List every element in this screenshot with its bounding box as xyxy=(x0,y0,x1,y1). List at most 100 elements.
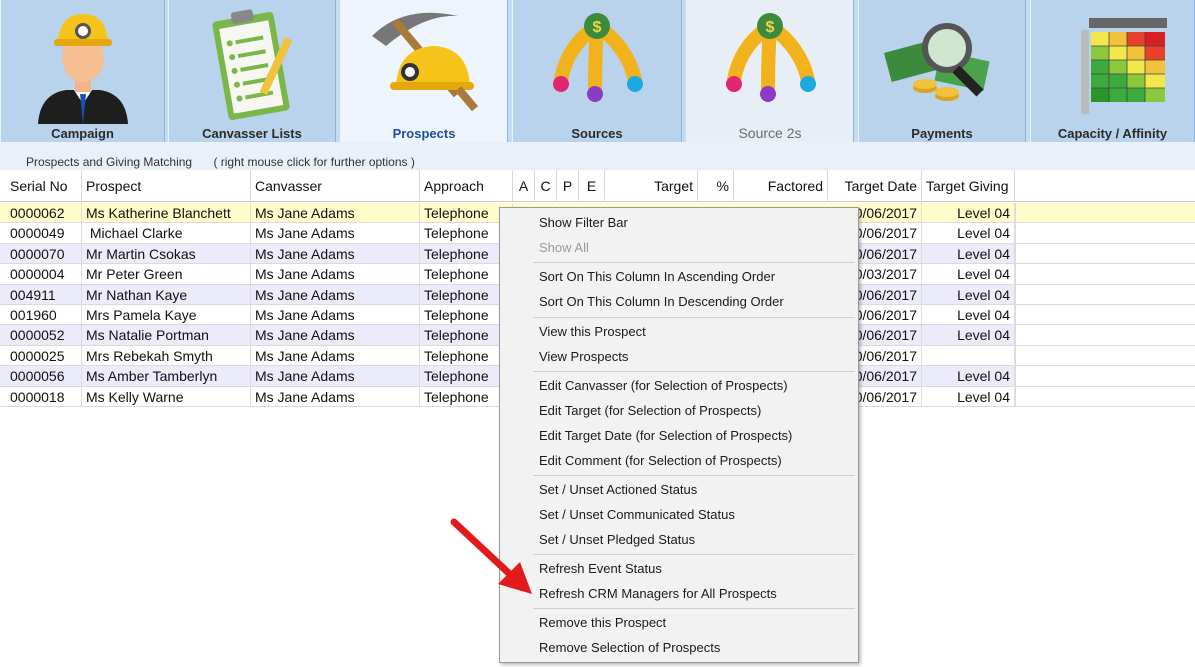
tab-source-2s[interactable]: $ Source 2s xyxy=(686,0,854,142)
tab-label: Capacity / Affinity xyxy=(1057,126,1168,141)
cell-canvasser: Ms Jane Adams xyxy=(251,345,420,367)
cell-serial: 001960 xyxy=(6,304,82,326)
menu-separator xyxy=(533,371,855,372)
cell-prospect: Ms Kelly Warne xyxy=(82,386,251,407)
context-menu: Show Filter Bar Show All Sort On This Co… xyxy=(499,207,859,663)
annotation-arrow-icon xyxy=(450,518,532,594)
tab-label: Source 2s xyxy=(738,125,802,141)
cell-canvasser: Ms Jane Adams xyxy=(251,325,420,346)
cell-prospect: Ms Natalie Portman xyxy=(82,325,251,346)
miner-person-icon xyxy=(37,14,128,124)
col-header-target[interactable]: Target xyxy=(605,170,698,202)
grid-filler-column xyxy=(1015,203,1195,407)
cell-prospect: Ms Katherine Blanchett xyxy=(82,203,251,224)
menu-item-refresh-crm-managers[interactable]: Refresh CRM Managers for All Prospects xyxy=(531,582,857,606)
cell-serial: 0000025 xyxy=(6,345,82,367)
menu-item-edit-comment[interactable]: Edit Comment (for Selection of Prospects… xyxy=(531,449,857,473)
app-window: Campaign Canvasser Lists Prospects $ Sou… xyxy=(0,0,1195,667)
cell-target-giving: Level 04 xyxy=(922,203,1015,224)
menu-separator xyxy=(533,554,855,555)
tab-capacity-affinity[interactable]: Capacity / Affinity xyxy=(1030,0,1195,142)
cell-serial: 0000049 xyxy=(6,223,82,244)
section-title: Prospects and Giving Matching xyxy=(26,155,193,169)
menu-item-remove-this-prospect[interactable]: Remove this Prospect xyxy=(531,611,857,635)
menu-separator xyxy=(533,317,855,318)
menu-item-toggle-communicated[interactable]: Set / Unset Communicated Status xyxy=(531,503,857,527)
col-header-serial-no[interactable]: Serial No xyxy=(6,170,82,202)
col-header-canvasser[interactable]: Canvasser xyxy=(251,170,420,202)
cell-canvasser: Ms Jane Adams xyxy=(251,284,420,305)
tab-prospects[interactable]: Prospects xyxy=(340,0,508,142)
clipboard-icon xyxy=(212,9,293,120)
menu-item-view-this-prospect[interactable]: View this Prospect xyxy=(531,320,857,344)
section-caption: Prospects and Giving Matching ( right mo… xyxy=(26,155,433,169)
cell-prospect: Mr Nathan Kaye xyxy=(82,284,251,305)
col-header-p[interactable]: P xyxy=(557,170,579,202)
tab-payments[interactable]: Payments xyxy=(858,0,1026,142)
menu-item-view-prospects[interactable]: View Prospects xyxy=(531,345,857,369)
tab-label: Sources xyxy=(571,126,623,141)
menu-item-edit-target-date[interactable]: Edit Target Date (for Selection of Prosp… xyxy=(531,424,857,448)
menu-item-refresh-event-status[interactable]: Refresh Event Status xyxy=(531,557,857,581)
menu-separator xyxy=(533,608,855,609)
cell-serial: 0000062 xyxy=(6,203,82,224)
menu-item-edit-target[interactable]: Edit Target (for Selection of Prospects) xyxy=(531,399,857,423)
cell-prospect: Mrs Rebekah Smyth xyxy=(82,345,251,367)
cell-serial: 0000018 xyxy=(6,386,82,407)
col-header-e[interactable]: E xyxy=(579,170,605,202)
cell-target-giving: Level 04 xyxy=(922,223,1015,244)
col-header-target-giving[interactable]: Target Giving xyxy=(922,170,1015,202)
tab-label: Campaign xyxy=(51,126,114,141)
cell-target-giving: Level 04 xyxy=(922,325,1015,346)
menu-item-remove-selection[interactable]: Remove Selection of Prospects xyxy=(531,636,857,660)
menu-item-sort-ascending[interactable]: Sort On This Column In Ascending Order xyxy=(531,265,857,289)
cell-canvasser: Ms Jane Adams xyxy=(251,304,420,326)
col-header-factored[interactable]: Factored xyxy=(734,170,828,202)
cell-canvasser: Ms Jane Adams xyxy=(251,264,420,285)
cell-prospect: Mr Peter Green xyxy=(82,264,251,285)
menu-item-show-filter-bar[interactable]: Show Filter Bar xyxy=(531,211,857,235)
money-fountain-icon: $ xyxy=(553,13,643,102)
cell-prospect: Mr Martin Csokas xyxy=(82,243,251,265)
cell-target-giving: Level 04 xyxy=(922,243,1015,265)
cell-prospect: Ms Amber Tamberlyn xyxy=(82,366,251,387)
col-header-a[interactable]: A xyxy=(513,170,535,202)
pickaxe-helmet-icon xyxy=(372,12,479,112)
tab-sources[interactable]: $ Sources xyxy=(512,0,682,142)
menu-item-toggle-pledged[interactable]: Set / Unset Pledged Status xyxy=(531,528,857,552)
cell-canvasser: Ms Jane Adams xyxy=(251,366,420,387)
tab-campaign[interactable]: Campaign xyxy=(0,0,165,142)
cell-serial: 0000004 xyxy=(6,264,82,285)
menu-separator xyxy=(533,475,855,476)
svg-text:$: $ xyxy=(593,19,602,36)
cell-prospect: Mrs Pamela Kaye xyxy=(82,304,251,326)
cell-serial: 0000070 xyxy=(6,243,82,265)
cell-serial: 004911 xyxy=(6,284,82,305)
cell-canvasser: Ms Jane Adams xyxy=(251,223,420,244)
menu-item-sort-descending[interactable]: Sort On This Column In Descending Order xyxy=(531,290,857,314)
menu-item-edit-canvasser[interactable]: Edit Canvasser (for Selection of Prospec… xyxy=(531,374,857,398)
cell-serial: 0000056 xyxy=(6,366,82,387)
col-header-c[interactable]: C xyxy=(535,170,557,202)
svg-text:$: $ xyxy=(766,19,775,36)
cell-target-giving: Level 04 xyxy=(922,264,1015,285)
cell-target-giving xyxy=(922,345,1015,367)
menu-item-toggle-actioned[interactable]: Set / Unset Actioned Status xyxy=(531,478,857,502)
menu-separator xyxy=(533,262,855,263)
module-tab-bar: Campaign Canvasser Lists Prospects $ Sou… xyxy=(0,0,1195,142)
col-header-approach[interactable]: Approach xyxy=(420,170,513,202)
money-fountain-icon: $ xyxy=(726,13,816,102)
cell-target-giving: Level 04 xyxy=(922,366,1015,387)
cell-target-giving: Level 04 xyxy=(922,284,1015,305)
tab-canvasser-lists[interactable]: Canvasser Lists xyxy=(168,0,336,142)
col-header-prospect[interactable]: Prospect xyxy=(82,170,251,202)
cell-target-giving: Level 04 xyxy=(922,386,1015,407)
cell-prospect: Michael Clarke xyxy=(82,223,251,244)
col-header-target-date[interactable]: Target Date xyxy=(828,170,922,202)
col-header-percent[interactable]: % xyxy=(698,170,734,202)
cell-target-giving: Level 04 xyxy=(922,304,1015,326)
menu-item-show-all[interactable]: Show All xyxy=(531,236,857,260)
cell-canvasser: Ms Jane Adams xyxy=(251,203,420,224)
tab-label: Prospects xyxy=(392,126,456,141)
grid-header: Serial No Prospect Canvasser Approach A … xyxy=(0,170,1195,202)
